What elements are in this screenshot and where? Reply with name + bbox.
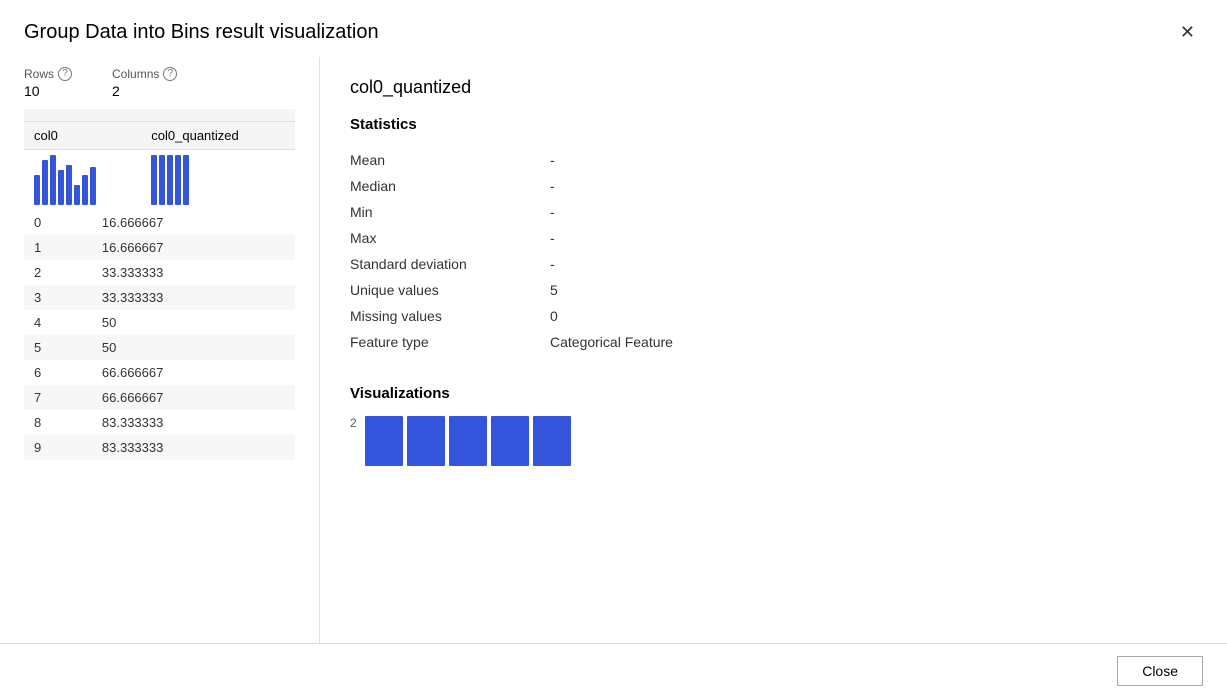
table-row: 233.333333 (24, 260, 295, 285)
row-index: 9 (24, 435, 92, 460)
modal-footer: Close (0, 643, 1227, 698)
row-index: 3 (24, 285, 92, 310)
columns-meta: Columns ? 2 (112, 67, 177, 99)
rows-meta: Rows ? 10 (24, 67, 72, 99)
stat-label: Min (350, 199, 550, 225)
statistics-table: Mean-Median-Min-Max-Standard deviation-U… (350, 147, 1197, 355)
table-row: 016.666667 (24, 210, 295, 235)
table-row: 766.666667 (24, 385, 295, 410)
bar-5 (533, 416, 571, 466)
bar-2 (407, 416, 445, 466)
right-scroll-area: col0_quantized Statistics Mean-Median-Mi… (320, 57, 1227, 643)
table-row: 116.666667 (24, 235, 295, 260)
rows-label: Rows ? (24, 67, 72, 81)
table-row: 883.333333 (24, 410, 295, 435)
stat-label: Mean (350, 147, 550, 173)
data-values-table: 016.666667116.666667233.333333333.333333… (24, 210, 295, 460)
columns-value: 2 (112, 83, 177, 99)
col0-sparkline (34, 155, 131, 205)
row-index: 5 (24, 335, 92, 360)
bar-chart-container: 2 (350, 416, 1197, 466)
sparkline-row (24, 150, 295, 211)
meta-row: Rows ? 10 Columns ? 2 (24, 67, 295, 99)
bar-3 (449, 416, 487, 466)
close-button[interactable]: Close (1117, 656, 1203, 686)
stat-label: Missing values (350, 303, 550, 329)
row-index: 0 (24, 210, 92, 235)
stat-label: Feature type (350, 329, 550, 355)
stats-row: Missing values0 (350, 303, 1197, 329)
modal-body: Rows ? 10 Columns ? 2 (0, 57, 1227, 643)
table-row: 450 (24, 310, 295, 335)
col0q-sparkline-cell (141, 150, 295, 211)
stat-value: 5 (550, 277, 1197, 303)
bar-4 (491, 416, 529, 466)
statistics-section-title: Statistics (350, 116, 1197, 133)
data-table (24, 109, 295, 122)
row-col0q-value: 66.666667 (92, 385, 295, 410)
stat-label: Max (350, 225, 550, 251)
row-col0q-value: 50 (92, 335, 295, 360)
row-col0q-value: 33.333333 (92, 285, 295, 310)
col0q-header (160, 109, 296, 122)
table-row: 666.666667 (24, 360, 295, 385)
rows-value: 10 (24, 83, 72, 99)
stat-value: Categorical Feature (550, 329, 1197, 355)
data-table-wrapper: col0 col0_quantized (24, 109, 295, 633)
stats-row: Standard deviation- (350, 251, 1197, 277)
modal-header: Group Data into Bins result visualizatio… (0, 0, 1227, 57)
row-col0q-value: 16.666667 (92, 235, 295, 260)
stat-value: - (550, 147, 1197, 173)
stat-label: Unique values (350, 277, 550, 303)
modal-title: Group Data into Bins result visualizatio… (24, 21, 379, 44)
stats-row: Min- (350, 199, 1197, 225)
stat-label: Median (350, 173, 550, 199)
table-row: 550 (24, 335, 295, 360)
stats-row: Feature typeCategorical Feature (350, 329, 1197, 355)
row-index: 8 (24, 410, 92, 435)
col0-sparkline-cell (24, 150, 141, 211)
row-index: 6 (24, 360, 92, 385)
stat-value: - (550, 199, 1197, 225)
row-index: 1 (24, 235, 92, 260)
col0q-label: col0_quantized (141, 122, 295, 150)
sparkline-table: col0 col0_quantized (24, 122, 295, 210)
rows-info-icon[interactable]: ? (58, 67, 72, 81)
stats-row: Median- (350, 173, 1197, 199)
row-index: 4 (24, 310, 92, 335)
right-panel: col0_quantized Statistics Mean-Median-Mi… (320, 57, 1227, 643)
modal-container: Group Data into Bins result visualizatio… (0, 0, 1227, 698)
col0q-sparkline (151, 155, 285, 205)
row-col0q-value: 83.333333 (92, 410, 295, 435)
stat-value: 0 (550, 303, 1197, 329)
row-index: 2 (24, 260, 92, 285)
stats-row: Unique values5 (350, 277, 1197, 303)
visualizations-section-title: Visualizations (350, 385, 1197, 402)
stat-label: Standard deviation (350, 251, 550, 277)
row-index: 7 (24, 385, 92, 410)
stat-value: - (550, 225, 1197, 251)
row-col0q-value: 33.333333 (92, 260, 295, 285)
row-col0q-value: 83.333333 (92, 435, 295, 460)
stats-row: Max- (350, 225, 1197, 251)
columns-label: Columns ? (112, 67, 177, 81)
table-row: 333.333333 (24, 285, 295, 310)
stat-value: - (550, 173, 1197, 199)
right-col-title: col0_quantized (350, 77, 1197, 98)
row-col0q-value: 66.666667 (92, 360, 295, 385)
stat-value: - (550, 251, 1197, 277)
col0-header (24, 109, 160, 122)
bar-chart-label: 2 (350, 416, 357, 430)
table-row: 983.333333 (24, 435, 295, 460)
table-header-row (24, 109, 295, 122)
stats-row: Mean- (350, 147, 1197, 173)
row-col0q-value: 16.666667 (92, 210, 295, 235)
col0-label: col0 (24, 122, 141, 150)
left-panel: Rows ? 10 Columns ? 2 (0, 57, 320, 643)
row-col0q-value: 50 (92, 310, 295, 335)
modal-close-button[interactable]: ✕ (1172, 18, 1203, 47)
columns-info-icon[interactable]: ? (163, 67, 177, 81)
bar-1 (365, 416, 403, 466)
